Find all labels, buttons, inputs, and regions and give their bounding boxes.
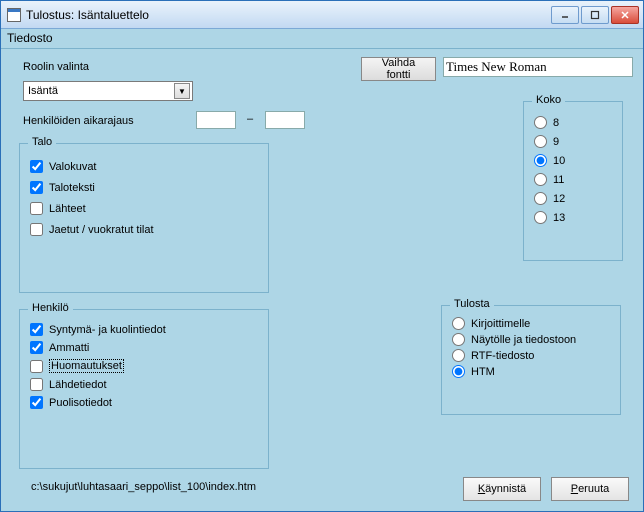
tulosta-radio-label-3: HTM — [471, 366, 495, 378]
close-button[interactable] — [611, 6, 639, 24]
date-separator: – — [247, 113, 253, 125]
henkilo-checkbox-label-4: Puolisotiedot — [49, 397, 112, 409]
koko-radio-label-8: 8 — [553, 117, 559, 129]
henkilo-checkbox-input-0[interactable] — [30, 323, 43, 336]
koko-radio-8[interactable]: 8 — [534, 116, 612, 129]
henkilo-checkbox-0[interactable]: Syntymä- ja kuolintiedot — [30, 323, 258, 336]
app-icon — [7, 8, 21, 22]
cancel-button[interactable]: Peruuta — [551, 477, 629, 501]
koko-radio-input-13[interactable] — [534, 211, 547, 224]
window-title: Tulostus: Isäntaluettelo — [26, 8, 551, 22]
role-select[interactable]: Isäntä ▼ — [23, 81, 193, 101]
henkilo-checkbox-label-1: Ammatti — [49, 342, 89, 354]
date-from-input[interactable] — [196, 111, 236, 129]
talo-checkbox-0[interactable]: Valokuvat — [30, 160, 258, 173]
koko-radio-label-9: 9 — [553, 136, 559, 148]
henkilo-checkbox-label-0: Syntymä- ja kuolintiedot — [49, 324, 166, 336]
date-range-label: Henkilöiden aikarajaus — [23, 115, 134, 127]
group-henkilo-legend: Henkilö — [28, 302, 73, 314]
henkilo-checkbox-label-2: Huomautukset — [49, 359, 124, 373]
koko-radio-9[interactable]: 9 — [534, 135, 612, 148]
group-koko-legend: Koko — [532, 94, 565, 106]
koko-radio-input-11[interactable] — [534, 173, 547, 186]
tulosta-radio-label-1: Näytölle ja tiedostoon — [471, 334, 576, 346]
koko-radio-input-12[interactable] — [534, 192, 547, 205]
koko-radio-11[interactable]: 11 — [534, 173, 612, 186]
group-koko: Koko 8910111213 — [523, 101, 623, 261]
tulosta-radio-label-0: Kirjoittimelle — [471, 318, 530, 330]
role-value: Isäntä — [28, 85, 58, 97]
koko-radio-label-13: 13 — [553, 212, 565, 224]
talo-checkbox-3[interactable]: Jaetut / vuokratut tilat — [30, 223, 258, 236]
koko-radio-label-12: 12 — [553, 193, 565, 205]
date-to-input[interactable] — [265, 111, 305, 129]
chevron-down-icon[interactable]: ▼ — [174, 83, 190, 99]
talo-checkbox-2[interactable]: Lähteet — [30, 202, 258, 215]
tulosta-radio-input-3[interactable] — [452, 365, 465, 378]
talo-checkbox-1[interactable]: Taloteksti — [30, 181, 258, 194]
tulosta-radio-0[interactable]: Kirjoittimelle — [452, 317, 610, 330]
tulosta-radio-input-2[interactable] — [452, 349, 465, 362]
tulosta-radio-2[interactable]: RTF-tiedosto — [452, 349, 610, 362]
koko-radio-input-8[interactable] — [534, 116, 547, 129]
tulosta-radio-input-0[interactable] — [452, 317, 465, 330]
henkilo-checkbox-4[interactable]: Puolisotiedot — [30, 396, 258, 409]
tulosta-radio-label-2: RTF-tiedosto — [471, 350, 534, 362]
talo-checkbox-label-0: Valokuvat — [49, 161, 97, 173]
minimize-button[interactable] — [551, 6, 579, 24]
koko-radio-label-11: 11 — [553, 174, 564, 186]
koko-radio-input-9[interactable] — [534, 135, 547, 148]
client-area: Roolin valinta Isäntä ▼ Henkilöiden aika… — [1, 49, 643, 511]
role-label: Roolin valinta — [23, 61, 89, 73]
talo-checkbox-label-1: Taloteksti — [49, 182, 95, 194]
output-path: c:\sukujut\luhtasaari_seppo\list_100\ind… — [31, 481, 256, 493]
henkilo-checkbox-2[interactable]: Huomautukset — [30, 359, 258, 373]
talo-checkbox-input-2[interactable] — [30, 202, 43, 215]
change-font-button[interactable]: Vaihda fontti — [361, 57, 436, 81]
font-name-field[interactable] — [443, 57, 633, 77]
footer-buttons: Käynnistä Peruuta — [463, 477, 629, 501]
talo-checkbox-input-3[interactable] — [30, 223, 43, 236]
start-button[interactable]: Käynnistä — [463, 477, 541, 501]
tulosta-radio-input-1[interactable] — [452, 333, 465, 346]
group-tulosta: Tulosta KirjoittimelleNäytölle ja tiedos… — [441, 305, 621, 415]
henkilo-checkbox-1[interactable]: Ammatti — [30, 341, 258, 354]
talo-checkbox-input-0[interactable] — [30, 160, 43, 173]
henkilo-checkbox-input-2[interactable] — [30, 360, 43, 373]
henkilo-checkbox-input-3[interactable] — [30, 378, 43, 391]
koko-radio-13[interactable]: 13 — [534, 211, 612, 224]
group-henkilo: Henkilö Syntymä- ja kuolintiedotAmmattiH… — [19, 309, 269, 469]
koko-radio-label-10: 10 — [553, 155, 565, 167]
group-talo-legend: Talo — [28, 136, 56, 148]
app-window: Tulostus: Isäntaluettelo Tiedosto Roolin… — [0, 0, 644, 512]
tulosta-radio-1[interactable]: Näytölle ja tiedostoon — [452, 333, 610, 346]
menu-file[interactable]: Tiedosto — [7, 31, 53, 45]
henkilo-checkbox-label-3: Lähdetiedot — [49, 379, 107, 391]
cancel-mnemonic: P — [571, 483, 578, 495]
henkilo-checkbox-3[interactable]: Lähdetiedot — [30, 378, 258, 391]
menubar: Tiedosto — [1, 29, 643, 49]
koko-radio-10[interactable]: 10 — [534, 154, 612, 167]
talo-checkbox-label-3: Jaetut / vuokratut tilat — [49, 224, 154, 236]
group-tulosta-legend: Tulosta — [450, 298, 494, 310]
koko-radio-12[interactable]: 12 — [534, 192, 612, 205]
window-controls — [551, 6, 639, 24]
maximize-button[interactable] — [581, 6, 609, 24]
henkilo-checkbox-input-1[interactable] — [30, 341, 43, 354]
talo-checkbox-input-1[interactable] — [30, 181, 43, 194]
koko-radio-input-10[interactable] — [534, 154, 547, 167]
tulosta-radio-3[interactable]: HTM — [452, 365, 610, 378]
group-talo: Talo ValokuvatTalotekstiLähteetJaetut / … — [19, 143, 269, 293]
talo-checkbox-label-2: Lähteet — [49, 203, 86, 215]
titlebar: Tulostus: Isäntaluettelo — [1, 1, 643, 29]
henkilo-checkbox-input-4[interactable] — [30, 396, 43, 409]
